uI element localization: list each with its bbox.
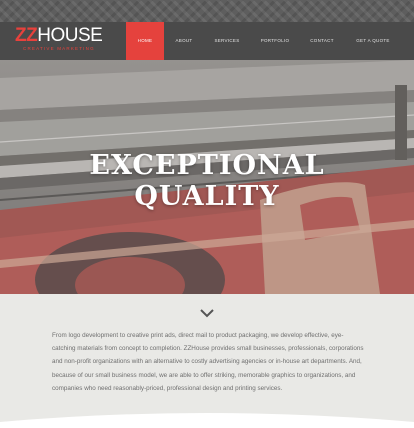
header-pattern-strip — [0, 0, 414, 22]
hero-title-line1: EXCEPTIONAL — [89, 150, 325, 181]
chevron-down-icon[interactable] — [198, 307, 216, 319]
nav-about[interactable]: ABOUT — [168, 22, 200, 60]
bottom-wave-divider — [0, 413, 414, 428]
nav-home[interactable]: HOME — [126, 22, 164, 60]
nav-get-a-quote[interactable]: GET A QUOTE — [350, 22, 396, 60]
site-header: ZZHOUSE CREATIVE MARKETING HOME ABOUT SE… — [0, 22, 414, 60]
main-nav: HOME ABOUT SERVICES PORTFOLIO CONTACT GE… — [0, 22, 414, 60]
nav-services[interactable]: SERVICES — [208, 22, 246, 60]
intro-paragraph: From logo development to creative print … — [52, 332, 364, 392]
hero-banner: EXCEPTIONAL QUALITY — [0, 60, 414, 294]
nav-contact[interactable]: CONTACT — [303, 22, 341, 60]
nav-portfolio[interactable]: PORTFOLIO — [254, 22, 296, 60]
hero-title-line2: QUALITY — [134, 181, 280, 212]
